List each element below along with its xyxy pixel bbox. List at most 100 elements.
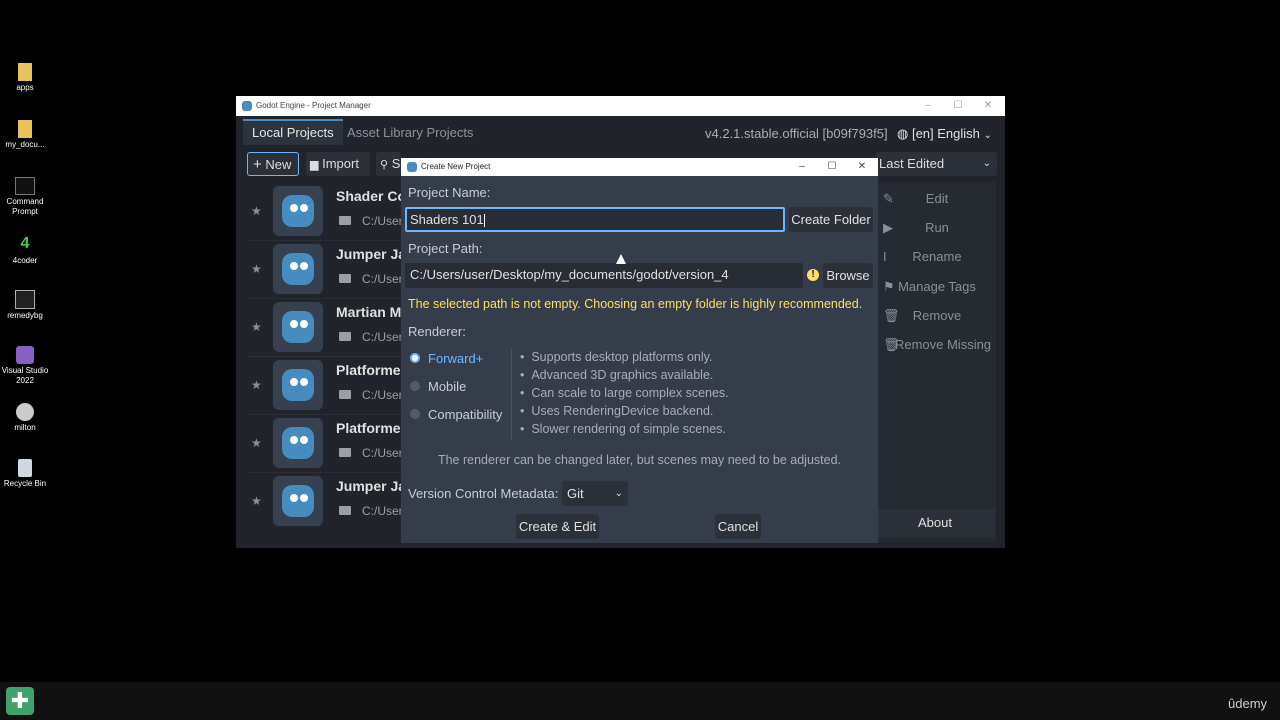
manage-tags-button[interactable]: ⚑ Manage Tags xyxy=(879,273,995,301)
star-icon[interactable]: ★ xyxy=(251,320,262,334)
manage-tags-label: Manage Tags xyxy=(898,279,976,294)
new-project-button[interactable]: + New xyxy=(247,152,299,176)
star-icon[interactable]: ★ xyxy=(251,262,262,276)
vcs-select[interactable]: Git ⌄ xyxy=(562,481,628,506)
tag-icon: ⚑ xyxy=(883,279,895,294)
desktop-icon-command-prompt[interactable]: Command Prompt xyxy=(0,177,50,217)
folder-icon[interactable] xyxy=(339,216,351,225)
remove-missing-button[interactable]: 🗑 Remove Missing xyxy=(879,331,995,359)
globe-icon: ◍ xyxy=(897,126,909,141)
desktop-icon-visual-studio[interactable]: Visual Studio 2022 xyxy=(0,346,50,386)
feature-item: • Can scale to large complex scenes. xyxy=(520,386,729,400)
folder-icon xyxy=(18,63,32,81)
renderer-option-compatibility[interactable]: Compatibility xyxy=(408,406,508,426)
trash-icon: 🗑 xyxy=(883,337,900,352)
visual-studio-icon xyxy=(16,346,34,364)
chevron-down-icon: ⌄ xyxy=(614,488,623,499)
desktop-icon-label: Visual Studio 2022 xyxy=(1,366,49,385)
project-path: C:/User xyxy=(362,214,403,228)
renderer-label-mobile: Mobile xyxy=(428,379,467,394)
maximize-icon[interactable]: ☐ xyxy=(943,98,973,114)
create-folder-button[interactable]: Create Folder xyxy=(789,207,873,232)
project-name-input[interactable]: Shaders 101 xyxy=(405,207,785,232)
project-path-input[interactable]: C:/Users/user/Desktop/my_documents/godot… xyxy=(405,263,803,288)
project-row[interactable]: ★ Platformer C:/User xyxy=(247,356,406,415)
project-row[interactable]: ★ Jumper Jan C:/User xyxy=(247,472,415,530)
godot-logo-icon xyxy=(273,418,323,468)
minimize-icon[interactable]: – xyxy=(913,98,943,114)
desktop-icon-recycle-bin[interactable]: Recycle Bin xyxy=(0,459,50,489)
mouse-cursor-icon xyxy=(616,254,626,264)
godot-logo-icon xyxy=(273,186,323,236)
star-icon[interactable]: ★ xyxy=(251,494,262,508)
folder-icon[interactable] xyxy=(339,448,351,457)
tab-local-projects[interactable]: Local Projects xyxy=(243,119,343,145)
project-path: C:/User xyxy=(362,504,403,518)
renderer-label: Renderer: xyxy=(408,324,466,339)
remove-missing-label: Remove Missing xyxy=(894,337,992,352)
star-icon[interactable]: ★ xyxy=(251,204,262,218)
remove-button[interactable]: 🗑 Remove xyxy=(879,302,995,330)
project-name: Martian M xyxy=(336,304,402,320)
remedybg-icon xyxy=(15,290,35,309)
scan-button[interactable]: ⚲ S xyxy=(376,152,401,176)
import-button[interactable]: ▆ Import xyxy=(306,152,370,176)
close-icon[interactable]: ✕ xyxy=(973,98,1003,114)
rename-label: Rename xyxy=(912,249,962,264)
version-label: v4.2.1.stable.official [b09f793f5] xyxy=(705,126,888,141)
star-icon[interactable]: ★ xyxy=(251,378,262,392)
rename-button[interactable]: I Rename xyxy=(879,243,995,271)
close-icon[interactable]: ✕ xyxy=(847,159,877,175)
edit-button[interactable]: ✎ Edit xyxy=(879,185,995,213)
project-row[interactable]: ★ Martian M C:/User xyxy=(247,298,403,357)
project-row[interactable]: ★ Jumper Jan C:/User xyxy=(247,240,415,299)
maximize-icon[interactable]: ☐ xyxy=(817,159,847,175)
project-row[interactable]: ★ Platformer C:/User xyxy=(247,414,406,473)
renderer-note: The renderer can be changed later, but s… xyxy=(437,453,842,467)
browse-button[interactable]: Browse xyxy=(823,263,873,288)
renderer-option-mobile[interactable]: Mobile xyxy=(408,378,508,398)
project-row[interactable]: ★ Shader Co C:/User xyxy=(247,182,406,241)
sort-select[interactable]: Last Edited ⌄ xyxy=(875,152,997,176)
language-select[interactable]: ◍ [en] English ⌄ xyxy=(897,126,992,142)
desktop-icon-label: Recycle Bin xyxy=(3,479,47,488)
warning-icon: ! xyxy=(807,269,819,281)
renderer-divider xyxy=(511,348,512,440)
folder-icon[interactable] xyxy=(339,506,351,515)
desktop-icon-my-documents[interactable]: my_docu... xyxy=(0,120,50,150)
create-edit-button[interactable]: Create & Edit xyxy=(516,514,599,539)
desktop-icon-4coder[interactable]: 4 4coder xyxy=(0,234,50,266)
feature-item: • Supports desktop platforms only. xyxy=(520,350,713,364)
folder-icon: ▆ xyxy=(310,159,319,171)
feature-item: • Slower rendering of simple scenes. xyxy=(520,422,726,436)
dialog-title: Create New Project xyxy=(421,162,491,171)
desktop-icon-apps[interactable]: apps xyxy=(0,63,50,93)
renderer-label-compatibility: Compatibility xyxy=(428,407,503,422)
4coder-icon: 4 xyxy=(20,235,30,252)
desktop-icon-label: remedybg xyxy=(7,311,43,320)
title-bar: Godot Engine - Project Manager – ☐ ✕ xyxy=(236,96,1005,116)
trash-icon: 🗑 xyxy=(883,308,900,323)
about-button[interactable]: About xyxy=(875,509,995,537)
tab-asset-library[interactable]: Asset Library Projects xyxy=(338,121,482,145)
godot-add-icon[interactable]: ✚ xyxy=(6,687,34,715)
folder-icon xyxy=(18,120,32,138)
desktop-icon-milton[interactable]: milton xyxy=(0,403,50,433)
dialog-title-bar: Create New Project – ☐ ✕ xyxy=(401,158,878,176)
desktop-icon-remedybg[interactable]: remedybg xyxy=(0,290,50,321)
star-icon[interactable]: ★ xyxy=(251,436,262,450)
folder-icon[interactable] xyxy=(339,390,351,399)
vcs-label: Version Control Metadata: xyxy=(408,486,559,501)
project-name-value: Shaders 101 xyxy=(410,212,484,227)
minimize-icon[interactable]: – xyxy=(787,159,817,175)
renderer-option-forward-plus[interactable]: Forward+ xyxy=(408,350,508,370)
chevron-down-icon: ⌄ xyxy=(982,158,991,169)
project-name: Platformer xyxy=(336,362,407,378)
folder-icon[interactable] xyxy=(339,274,351,283)
project-path: C:/User xyxy=(362,272,403,286)
cancel-button[interactable]: Cancel xyxy=(715,514,761,539)
project-path-label: Project Path: xyxy=(408,241,483,256)
folder-icon[interactable] xyxy=(339,332,351,341)
run-button[interactable]: ▶ Run xyxy=(879,214,995,242)
godot-icon xyxy=(407,162,417,172)
